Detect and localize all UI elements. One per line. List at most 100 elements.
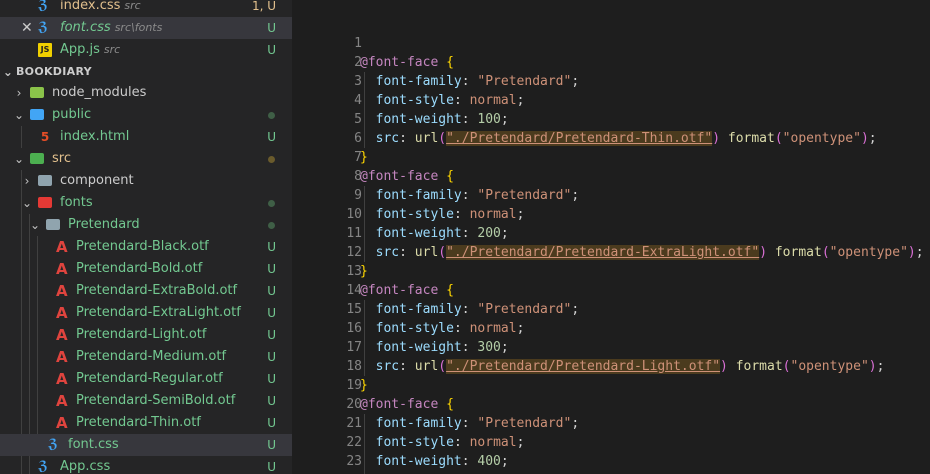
tree-item-label: Pretendard-ExtraLight.otf [76, 305, 241, 320]
status-badge: U [267, 262, 276, 276]
line-number: 12 [346, 245, 362, 260]
line-number: 4 [354, 93, 362, 108]
tree-item-label: Pretendard-Medium.otf [76, 349, 227, 364]
tree-file-index-html[interactable]: 5 index.html U [0, 126, 292, 148]
tree-item-label: Pretendard [68, 217, 140, 232]
close-icon[interactable]: ✕ [21, 17, 33, 39]
tree-file-font[interactable]: A Pretendard-Medium.otf U [0, 346, 292, 368]
tree-item-label: public [52, 107, 92, 122]
line-number: 2 [354, 55, 362, 70]
tree-item-label: Pretendard-Bold.otf [76, 261, 203, 276]
status-badge: U [267, 328, 276, 342]
tree-item-label: Pretendard-SemiBold.otf [76, 393, 236, 408]
tree-folder-fonts[interactable]: ⌄ fonts [0, 192, 292, 214]
tree-file-font[interactable]: A Pretendard-ExtraLight.otf U [0, 302, 292, 324]
code-line: font-style: normal; [375, 207, 525, 222]
font-file-icon: A [56, 260, 68, 278]
status-badge: U [267, 43, 276, 57]
line-number: 22 [346, 435, 362, 450]
fonts-folder-icon [38, 197, 52, 208]
code-line: @font-face { [360, 169, 454, 184]
code-line: font-family: "Pretendard"; [375, 188, 580, 203]
tree-file-app-css[interactable]: ℨ App.css U [0, 456, 292, 474]
untracked-dot-icon [268, 222, 275, 229]
tree-folder-node-modules[interactable]: › node_modules [0, 82, 292, 104]
line-number: 18 [346, 359, 362, 374]
code-line: font-family: "Pretendard"; [375, 302, 580, 317]
public-folder-icon [30, 109, 44, 120]
tree-file-font[interactable]: A Pretendard-ExtraBold.otf U [0, 280, 292, 302]
code-line: font-weight: 200; [375, 226, 509, 241]
modified-dot-icon [268, 156, 275, 163]
tree-folder-public[interactable]: ⌄ public [0, 104, 292, 126]
tree-file-font[interactable]: A Pretendard-Bold.otf U [0, 258, 292, 280]
open-editor-label: index.css [60, 0, 121, 13]
line-number: 1 [354, 36, 362, 51]
code-line: @font-face { [360, 283, 454, 298]
line-number: 6 [354, 131, 362, 146]
untracked-dot-icon [268, 112, 275, 119]
tree-folder-component[interactable]: › component [0, 170, 292, 192]
js-file-icon: JS [38, 43, 52, 57]
tree-file-font[interactable]: A Pretendard-Light.otf U [0, 324, 292, 346]
font-file-icon: A [56, 392, 68, 410]
code-line: src: url("./Pretendard/Pretendard-Thin.o… [375, 131, 877, 146]
open-editor-desc: src [103, 43, 121, 56]
open-editor-index-css[interactable]: ℨ index.css src 1, U [0, 0, 292, 17]
tree-folder-src[interactable]: ⌄ src [0, 148, 292, 170]
code-line: src: url("./Pretendard/Pretendard-Light.… [375, 359, 885, 374]
font-file-icon: A [56, 414, 68, 432]
line-number: 10 [346, 207, 362, 222]
chevron-down-icon: ⌄ [21, 196, 33, 210]
tree-item-label: App.css [60, 459, 111, 474]
folder-icon [38, 175, 52, 186]
code-line: font-style: normal; [375, 93, 525, 108]
line-number: 7 [354, 150, 362, 165]
font-file-icon: A [56, 238, 68, 256]
css-file-icon: ℨ [38, 0, 48, 13]
tree-item-label: node_modules [52, 85, 147, 100]
code-editor[interactable]: 1 2 3 4 5 6 7 8 9 10 11 12 13 14 15 16 1… [292, 0, 930, 474]
open-editor-desc: src\fonts [114, 21, 163, 34]
explorer-sidebar: ℨ index.css src 1, U ✕ ℨ font.css src\font… [0, 0, 292, 474]
line-number: 11 [346, 226, 362, 241]
tree-item-label: index.html [60, 129, 130, 144]
tree-item-label: fonts [60, 195, 93, 210]
tree-item-label: Pretendard-Thin.otf [76, 415, 201, 430]
code-line: @font-face { [360, 397, 454, 412]
status-badge: U [267, 416, 276, 430]
src-folder-icon [30, 153, 44, 164]
tree-file-font[interactable]: A Pretendard-Regular.otf U [0, 368, 292, 390]
chevron-down-icon: ⌄ [2, 65, 14, 79]
status-badge: U [267, 240, 276, 254]
code-line: src: url("./Pretendard/Pretendard-ExtraL… [375, 245, 924, 260]
line-number: 15 [346, 302, 362, 317]
html-file-icon: 5 [40, 130, 50, 144]
open-editor-label: App.js [60, 42, 100, 57]
status-badge: U [267, 284, 276, 298]
chevron-down-icon: ⌄ [29, 218, 41, 232]
tree-item-label: src [52, 151, 71, 166]
status-badge: U [267, 438, 276, 452]
tree-folder-pretendard[interactable]: ⌄ Pretendard [0, 214, 292, 236]
chevron-down-icon: ⌄ [13, 152, 25, 166]
tree-file-font[interactable]: A Pretendard-SemiBold.otf U [0, 390, 292, 412]
open-editor-app-js[interactable]: JS App.js src U [0, 39, 292, 61]
code-line: } [360, 378, 368, 393]
status-badge: U [267, 350, 276, 364]
status-badge: U [267, 372, 276, 386]
code-line: font-style: normal; [375, 321, 525, 336]
status-badge: U [267, 460, 276, 474]
project-section-header[interactable]: ⌄ BOOKDIARY [0, 61, 292, 83]
project-title: BOOKDIARY [16, 65, 92, 78]
code-line: font-family: "Pretendard"; [375, 74, 580, 89]
status-badge: U [267, 306, 276, 320]
open-editor-font-css[interactable]: ✕ ℨ font.css src\fonts U [0, 17, 292, 39]
tree-file-font[interactable]: A Pretendard-Black.otf U [0, 236, 292, 258]
tree-item-label: font.css [68, 437, 119, 452]
css-file-icon: ℨ [38, 459, 48, 474]
line-number: 9 [354, 188, 362, 203]
code-line: font-weight: 100; [375, 112, 509, 127]
tree-file-font[interactable]: A Pretendard-Thin.otf U [0, 412, 292, 434]
tree-file-font-css[interactable]: ℨ font.css U [0, 434, 292, 456]
